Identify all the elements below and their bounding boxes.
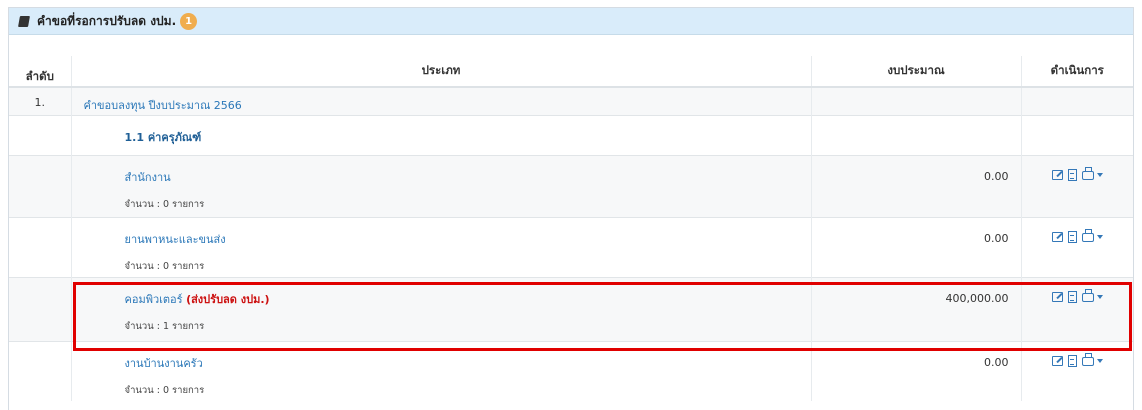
edit-icon[interactable] <box>1051 355 1063 366</box>
edit-icon[interactable] <box>1051 291 1063 302</box>
count-badge: 1 <box>180 12 198 30</box>
group-link[interactable]: คำขอบลงทุน ปีงบประมาณ 2566 <box>84 99 242 112</box>
print-icon[interactable] <box>1081 289 1094 302</box>
table-row: ยานพาหนะและขนส่ง จำนวน : 0 รายการ 0.00 <box>9 216 1133 277</box>
edit-icon[interactable] <box>1051 169 1063 180</box>
table-row: สำนักงาน จำนวน : 0 รายการ 0.00 <box>9 154 1133 217</box>
item-count: จำนวน : 1 รายการ <box>124 320 205 332</box>
chevron-down-icon[interactable] <box>1096 234 1103 239</box>
print-icon[interactable] <box>1081 353 1094 366</box>
print-icon[interactable] <box>1081 229 1094 242</box>
panel-title: คำขอที่รอการปรับลด งปม. <box>37 13 177 28</box>
chevron-down-icon[interactable] <box>1096 172 1103 177</box>
table-row: งานบ้านงานครัว จำนวน : 0 รายการ 0.00 <box>9 340 1133 401</box>
item-amount: 0.00 <box>810 154 1021 217</box>
col-header-type[interactable]: ประเภท <box>70 56 811 88</box>
subgroup-row: 1.1 ค่าครุภัณฑ์ <box>9 114 1133 155</box>
item-amount: 0.00 <box>810 340 1021 401</box>
document-icon[interactable] <box>1067 168 1077 181</box>
panel-header: คำขอที่รอการปรับลด งปม. 1 <box>9 8 1133 35</box>
document-icon[interactable] <box>1067 290 1077 303</box>
document-icon[interactable] <box>1067 230 1077 243</box>
group-number: 1. <box>9 86 71 115</box>
book-icon <box>18 15 30 27</box>
col-header-no[interactable]: ลำดับ <box>9 56 71 88</box>
item-amount: 0.00 <box>810 216 1021 277</box>
group-row: 1. คำขอบลงทุน ปีงบประมาณ 2566 <box>9 86 1133 115</box>
item-link[interactable]: ยานพาหนะและขนส่ง <box>125 233 226 246</box>
edit-icon[interactable] <box>1051 231 1063 242</box>
request-table: ลำดับ ประเภท งบประมาณ ดำเนินการ 1. คำขอบ… <box>9 56 1133 401</box>
col-header-budget[interactable]: งบประมาณ <box>810 56 1021 88</box>
table-header-row: ลำดับ ประเภท งบประมาณ ดำเนินการ <box>9 56 1133 88</box>
item-count: จำนวน : 0 รายการ <box>124 260 205 272</box>
table-row-highlighted: คอมพิวเตอร์ (ส่งปรับลด งปม.) จำนวน : 1 ร… <box>9 276 1133 341</box>
item-count: จำนวน : 0 รายการ <box>124 198 205 210</box>
print-icon[interactable] <box>1081 167 1094 180</box>
status-flag: (ส่งปรับลด งปม.) <box>186 292 270 306</box>
chevron-down-icon[interactable] <box>1096 294 1103 299</box>
chevron-down-icon[interactable] <box>1096 358 1103 363</box>
pending-requests-panel: คำขอที่รอการปรับลด งปม. 1 ลำดับ ประเภท ง… <box>8 7 1134 410</box>
item-link[interactable]: คอมพิวเตอร์ <box>125 293 183 306</box>
document-icon[interactable] <box>1067 354 1077 367</box>
col-header-action: ดำเนินการ <box>1020 56 1133 88</box>
item-amount: 400,000.00 <box>810 276 1021 341</box>
item-link[interactable]: สำนักงาน <box>125 171 171 184</box>
subgroup-label: 1.1 ค่าครุภัณฑ์ <box>70 114 811 155</box>
item-link[interactable]: งานบ้านงานครัว <box>125 357 203 370</box>
item-count: จำนวน : 0 รายการ <box>124 384 205 396</box>
